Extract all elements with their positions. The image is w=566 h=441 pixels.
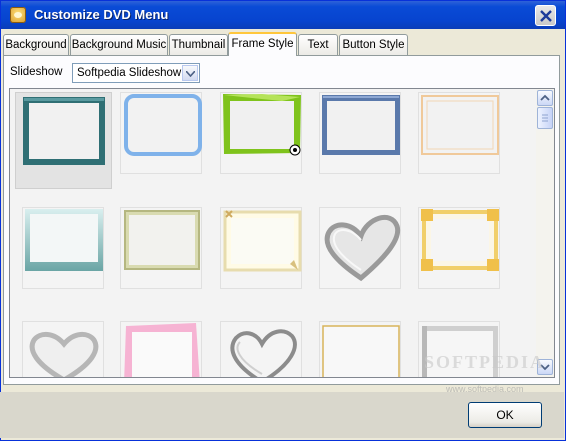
- tab-background[interactable]: Background: [3, 34, 69, 55]
- frame-thumb-silver-heart-2[interactable]: [22, 321, 104, 377]
- frame-thumb-olive-classic[interactable]: [120, 207, 202, 289]
- close-icon: [540, 10, 552, 22]
- chevron-down-icon[interactable]: [182, 65, 198, 81]
- scroll-thumb[interactable]: [537, 107, 553, 129]
- chevron-up-icon: [540, 94, 550, 101]
- tab-background-music[interactable]: Background Music: [70, 34, 168, 55]
- frame-thumb-silver-heart[interactable]: [319, 207, 401, 289]
- tab-thumbnail[interactable]: Thumbnail: [169, 34, 228, 55]
- frame-thumb-gold-corners[interactable]: [418, 207, 500, 289]
- frame-thumb-teal-gradient[interactable]: [22, 207, 104, 289]
- frame-thumb-gold-thin[interactable]: [319, 321, 401, 377]
- slideshow-select-value: Softpedia Slideshow: [77, 67, 182, 79]
- grip-icon: [542, 114, 548, 122]
- frame-thumb-cream-bow[interactable]: [220, 207, 302, 289]
- vertical-scrollbar[interactable]: [536, 89, 554, 377]
- frame-style-grid: [9, 88, 555, 378]
- frame-thumb-blue-rounded[interactable]: [120, 92, 202, 174]
- slideshow-label: Slideshow: [10, 66, 63, 78]
- window-title: Customize DVD Menu: [34, 7, 169, 22]
- scroll-up-button[interactable]: [537, 90, 553, 106]
- frame-thumb-teal-wood[interactable]: [15, 92, 112, 189]
- tab-frame-style[interactable]: Frame Style: [228, 32, 297, 56]
- dvd-menu-icon: [10, 7, 26, 23]
- tab-text[interactable]: Text: [298, 34, 338, 55]
- frame-thumb-blue-stone[interactable]: [319, 92, 401, 174]
- tab-button-style[interactable]: Button Style: [339, 34, 408, 55]
- title-bar[interactable]: Customize DVD Menu: [1, 1, 565, 29]
- slideshow-select[interactable]: Softpedia Slideshow: [72, 63, 200, 83]
- frame-thumb-chrome-heart[interactable]: [220, 321, 302, 377]
- frame-thumb-peach-simple[interactable]: [418, 92, 500, 174]
- close-button[interactable]: [535, 5, 556, 26]
- ok-button[interactable]: OK: [468, 402, 542, 428]
- frame-thumb-pink-tilted[interactable]: [120, 321, 202, 377]
- frame-thumb-green-torn[interactable]: [220, 92, 302, 174]
- watermark-text: SOFTPEDIA: [424, 352, 546, 372]
